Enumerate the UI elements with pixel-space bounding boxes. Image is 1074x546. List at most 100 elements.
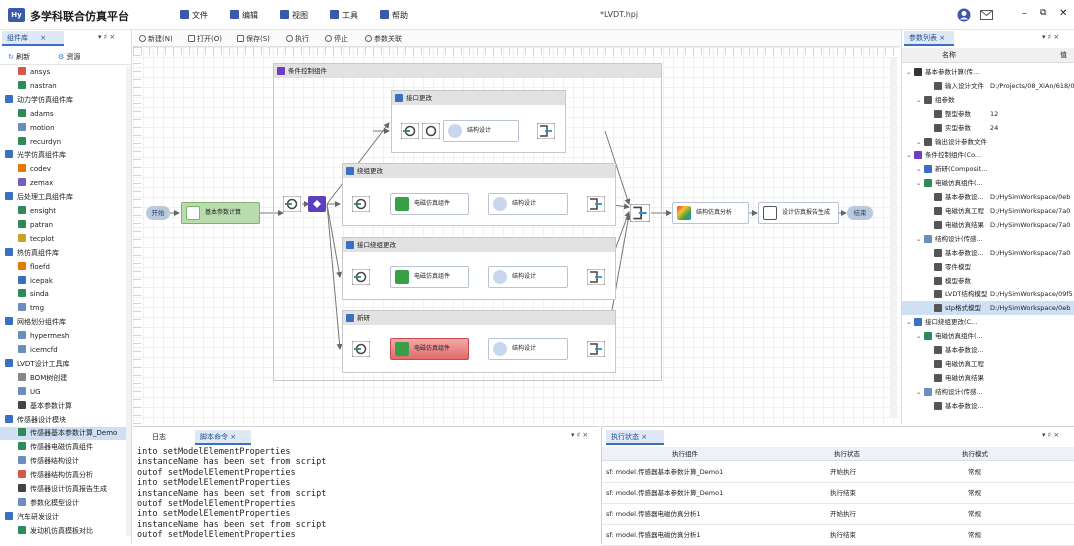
tree-group[interactable]: 后处理工具组件库 — [0, 191, 126, 204]
tree-item[interactable]: 参数化模型设计 — [0, 497, 126, 510]
resource-button[interactable]: ⚙ 资源 — [58, 52, 81, 62]
tab-component-library[interactable]: 组件库 × — [2, 31, 64, 46]
tree-item[interactable]: hypermesh — [0, 330, 126, 343]
panel-pin-icons[interactable]: ▾ ♯ × — [571, 431, 588, 439]
expand-arrow-icon[interactable]: ⌄ — [916, 162, 921, 176]
status-row[interactable]: sf: model.传感器基本参数计算_Demo1 执行结束 常规 — [602, 483, 1074, 504]
tab-execution-status[interactable]: 执行状态 × — [606, 430, 664, 445]
tab-log[interactable]: 日志 — [147, 430, 171, 445]
branch-out-icon[interactable] — [586, 268, 606, 286]
close-tab-icon[interactable]: × — [939, 34, 945, 42]
user-avatar-icon[interactable] — [957, 8, 971, 22]
param-value[interactable]: D:/HySimWorkspace/7a0 — [990, 218, 1070, 232]
param-value[interactable]: 12 — [990, 107, 998, 121]
expand-arrow-icon[interactable]: ⌄ — [906, 65, 911, 79]
minimize-button[interactable]: – — [1022, 8, 1027, 19]
branch-in-icon[interactable] — [351, 195, 371, 213]
tree-item[interactable]: 传感器结构仿真分析 — [0, 469, 126, 482]
parameter-row[interactable]: 零件模型 — [902, 260, 1074, 274]
close-tab-icon[interactable]: × — [40, 34, 46, 42]
branch-container-3[interactable]: 接口绕组更改 — [342, 237, 616, 300]
panel-pin-icons[interactable]: ▾ ♯ × — [98, 33, 115, 41]
branch-out-icon[interactable] — [586, 195, 606, 213]
start-node[interactable]: 开始 — [146, 206, 170, 220]
em-sim-node[interactable]: 电磁仿真组件 — [390, 338, 469, 360]
tree-item[interactable]: 传感器结构设计 — [0, 455, 126, 468]
tree-item[interactable]: 发动机仿真模板对比 — [0, 525, 126, 538]
tree-item[interactable]: 传感器基本参数计算_Demo — [0, 427, 126, 441]
expand-arrow-icon[interactable]: ⌄ — [916, 176, 921, 190]
refresh-button[interactable]: ↻ 刷新 — [8, 52, 30, 62]
branch-1-in-icon[interactable] — [401, 123, 419, 139]
em-sim-node[interactable]: 电磁仿真组件 — [390, 266, 469, 288]
param-value[interactable]: D:/HySimWorkspace/7a0 — [990, 204, 1070, 218]
parameter-row[interactable]: 电磁仿真工程 — [902, 357, 1074, 371]
menu-edit[interactable]: 编辑 — [230, 10, 258, 21]
tab-parameters[interactable]: 参数列表 × — [904, 31, 954, 46]
parameter-row[interactable]: 基本参数设... — [902, 343, 1074, 357]
parameter-row[interactable]: ⌄ 电磁仿真组件(... — [902, 329, 1074, 343]
tree-item[interactable]: 传感器电磁仿真组件 — [0, 441, 126, 454]
menu-file[interactable]: 文件 — [180, 10, 208, 21]
structure-node[interactable]: 结构设计 — [488, 193, 568, 215]
workflow-canvas[interactable]: 开始 基本参数计算 条件控制组件 接口更改 绕组更改 接口绕组更改 新研 结构设… — [133, 47, 900, 425]
tree-item[interactable]: adams — [0, 108, 126, 121]
menu-view[interactable]: 视图 — [280, 10, 308, 21]
tree-item[interactable]: nastran — [0, 80, 126, 93]
stop-button[interactable]: 停止 — [325, 34, 348, 44]
param-value[interactable]: D:/HySimWorkspace/7a0 — [990, 246, 1070, 260]
tree-item[interactable]: ensight — [0, 205, 126, 218]
tree-item[interactable]: codev — [0, 163, 126, 176]
branch-container-2[interactable]: 绕组更改 — [342, 163, 616, 226]
status-row[interactable]: sf: model.传感器基本参数计算_Demo1 开始执行 常规 — [602, 462, 1074, 483]
tree-item[interactable]: 基本参数计算 — [0, 400, 126, 413]
end-node[interactable]: 结束 — [847, 206, 873, 220]
tree-group[interactable]: 热仿真组件库 — [0, 247, 126, 260]
tree-group[interactable]: 汽车研发设计 — [0, 511, 126, 524]
parameter-row[interactable]: 输入设计文件 D:/Projects/08_XiAn/618/0 — [902, 79, 1074, 93]
panel-pin-icons[interactable]: ▾ ♯ × — [1042, 431, 1059, 439]
expand-arrow-icon[interactable]: ⌄ — [906, 315, 911, 329]
branch-out-icon[interactable] — [586, 340, 606, 358]
tree-group[interactable]: 动力学仿真组件库 — [0, 94, 126, 107]
close-tab-icon[interactable]: × — [230, 433, 236, 441]
branch-container-4[interactable]: 新研 — [342, 310, 616, 373]
parameter-row[interactable]: stp格式模型 D:/HySimWorkspace/0eb — [902, 301, 1074, 316]
tree-item[interactable]: icemcfd — [0, 344, 126, 357]
tree-item[interactable]: sinda — [0, 288, 126, 301]
parameter-row[interactable]: LVDT结构模型 D:/HySimWorkspace/09f5 — [902, 287, 1074, 301]
tree-item[interactable]: BOM树创建 — [0, 372, 126, 385]
em-sim-node[interactable]: 电磁仿真组件 — [390, 193, 469, 215]
menu-help[interactable]: 帮助 — [380, 10, 408, 21]
tree-group[interactable]: 光学仿真组件库 — [0, 149, 126, 162]
parameter-row[interactable]: 电磁仿真结果 — [902, 371, 1074, 385]
parameter-row[interactable]: 电磁仿真结果 D:/HySimWorkspace/7a0 — [902, 218, 1074, 232]
canvas-scrollbar[interactable] — [890, 57, 897, 417]
tree-item[interactable]: motion — [0, 122, 126, 135]
tree-item[interactable]: zemax — [0, 177, 126, 190]
parameter-row[interactable]: 实型参数 24 — [902, 121, 1074, 135]
tree-item[interactable]: UG — [0, 386, 126, 399]
parameter-row[interactable]: 模型参数 — [902, 274, 1074, 288]
tree-group[interactable]: 传感器设计模块 — [0, 414, 126, 427]
parameter-row[interactable]: 基本参数设... D:/HySimWorkspace/0eb — [902, 190, 1074, 204]
expand-arrow-icon[interactable]: ⌄ — [916, 232, 921, 246]
structure-node[interactable]: 结构设计 — [488, 266, 568, 288]
menu-tools[interactable]: 工具 — [330, 10, 358, 21]
save-button[interactable]: 保存(S) — [237, 34, 270, 44]
open-button[interactable]: 打开(O) — [188, 34, 222, 44]
parameter-row[interactable]: ⌄ 输出设计参数文件 — [902, 135, 1074, 149]
structure-node[interactable]: 结构设计 — [488, 338, 568, 360]
parameter-row[interactable]: ⌄ 结构设计(传感... — [902, 232, 1074, 246]
branch-1-out-icon[interactable] — [537, 123, 555, 139]
parameter-row[interactable]: ⌄ 接口绕组更改(C... — [902, 315, 1074, 329]
status-row[interactable]: sf: model.传感器电磁仿真分析1 执行结束 常规 — [602, 525, 1074, 546]
basic-calc-node[interactable]: 基本参数计算 — [181, 202, 260, 224]
param-link-button[interactable]: 参数关联 — [365, 34, 402, 44]
tree-item[interactable]: tecplot — [0, 233, 126, 246]
close-window-button[interactable]: ✕ — [1059, 8, 1067, 19]
status-row[interactable]: sf: model.传感器电磁仿真分析1 开始执行 常规 — [602, 504, 1074, 525]
expand-arrow-icon[interactable]: ⌄ — [906, 148, 911, 162]
tab-script-commands[interactable]: 脚本命令 × — [195, 430, 251, 445]
report-node[interactable]: 设计仿真报告生成 — [758, 202, 839, 224]
